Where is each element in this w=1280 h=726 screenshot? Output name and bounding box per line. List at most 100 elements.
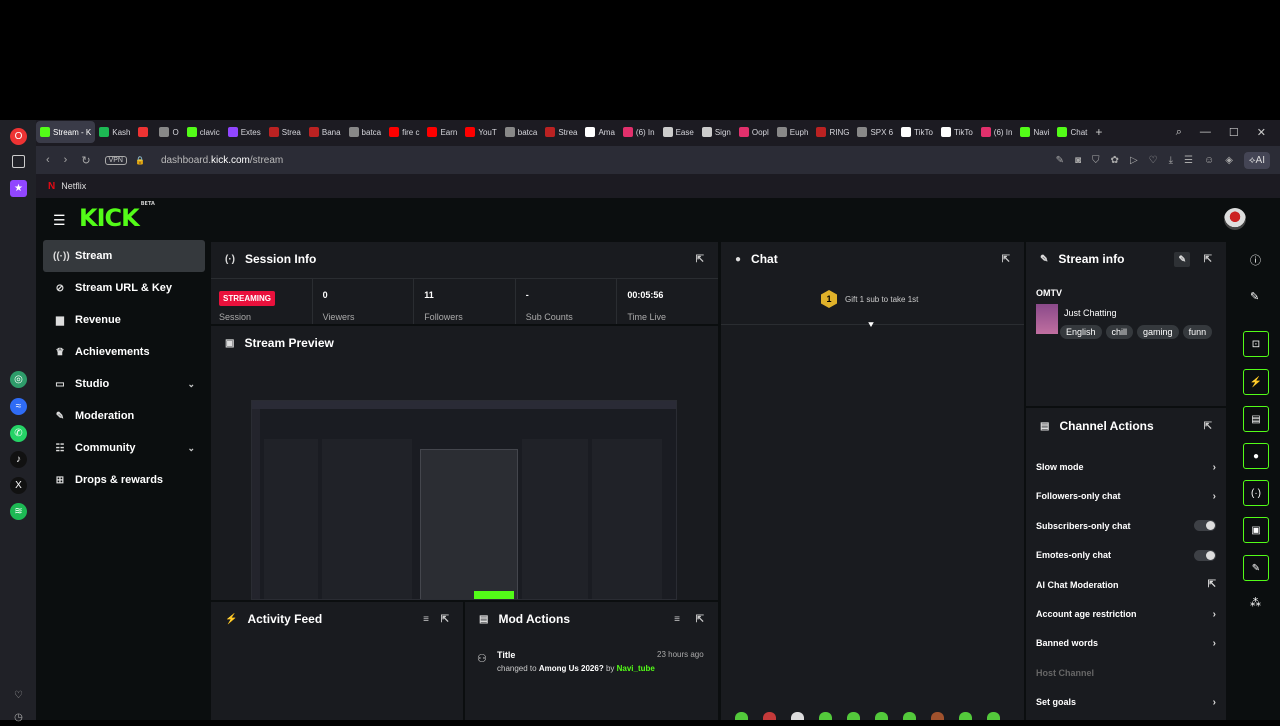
chevron-down-icon[interactable]: ⌄ [187,379,195,390]
stream-category[interactable]: Just Chatting [1064,308,1117,318]
popout-icon[interactable]: ⇱ [696,614,704,625]
apps-icon[interactable]: ⁂ [1250,596,1261,609]
browser-tab[interactable]: Strea [265,121,305,143]
browser-tab[interactable]: batca [345,121,386,143]
channel-action-emotes-only-chat[interactable]: Emotes-only chat [1036,546,1216,564]
chevron-right-icon[interactable]: › [1213,491,1216,502]
browser-tab[interactable]: (6) In [619,121,659,143]
popout-icon[interactable]: ⇱ [441,614,449,625]
popout-icon[interactable]: ⇱ [1002,254,1010,265]
star-icon[interactable]: ★ [10,180,27,197]
profile-icon[interactable]: ☺ [1204,155,1214,166]
edit-icon[interactable]: ✎ [1056,155,1064,166]
browser-tab[interactable]: YouT [461,121,500,143]
channel-action-followers-only-chat[interactable]: Followers-only chat › [1036,487,1216,505]
history-icon[interactable]: ◷ [10,709,27,726]
shield-icon[interactable]: ⛉ [1092,155,1100,166]
screenshot-tool-icon[interactable]: ⊡ [1243,331,1269,357]
collapse-chevron-icon[interactable]: ⯆ [867,320,875,331]
heart-outline-icon[interactable]: ♡ [1149,155,1158,166]
heart-icon[interactable]: ♡ [10,687,27,704]
edit-pencil-icon[interactable]: ✎ [1174,251,1190,267]
browser-tab[interactable]: SPX 6 [853,121,897,143]
vpn-badge[interactable]: VPN [104,155,127,165]
url-field[interactable]: dashboard.kick.com/stream [161,155,283,166]
download-icon[interactable]: ⤓ [1169,155,1173,166]
cube-icon[interactable]: ◈ [1225,155,1233,166]
stream-tag[interactable]: chill [1105,325,1134,339]
chatgpt-icon[interactable]: ◎ [10,371,27,388]
browser-tab[interactable]: Oopl [735,121,773,143]
browser-tab[interactable]: Ama [581,121,618,143]
messenger-icon[interactable]: ≈ [10,398,27,415]
chevron-right-icon[interactable]: › [1213,638,1216,649]
broadcast-tool-icon[interactable]: (·) [1243,480,1269,506]
channel-action-slow-mode[interactable]: Slow mode › [1036,458,1216,476]
browser-tab[interactable]: (6) In [977,121,1017,143]
channel-action-set-goals[interactable]: Set goals › [1036,693,1216,711]
browser-tab[interactable] [134,121,155,143]
browser-tab[interactable]: batca [501,121,542,143]
toggle-switch[interactable] [1194,549,1216,561]
document-tool-icon[interactable]: ▤ [1243,406,1269,432]
filter-icon[interactable]: ≡ [674,614,680,625]
gift-sub-banner[interactable]: 1 Gift 1 sub to take 1st [821,290,918,308]
sidebar-item-stream-url-key[interactable]: ⊘ Stream URL & Key [43,272,205,304]
whatsapp-icon[interactable]: ✆ [10,425,27,442]
sidebar-item-moderation[interactable]: ✎ Moderation [43,400,205,432]
popout-icon[interactable]: ⇱ [1204,254,1212,265]
back-icon[interactable]: ‹ [46,154,50,167]
browser-tab[interactable]: clavic [183,121,224,143]
reload-icon[interactable]: ↻ [81,154,90,167]
sidebar-item-revenue[interactable]: ▆ Revenue [43,304,205,336]
menu-icon[interactable]: ☰ [1184,155,1193,166]
opera-icon[interactable]: O [10,128,27,145]
browser-tab[interactable]: Bana [305,121,345,143]
browser-tab[interactable]: Strea [541,121,581,143]
browser-tab[interactable]: RING [812,121,853,143]
minimize-icon[interactable]: — [1200,126,1211,138]
chat-tool-icon[interactable]: ● [1243,443,1269,469]
spotify-icon[interactable]: ≋ [10,503,27,520]
browser-tab[interactable]: O [155,121,182,143]
tiktok-icon[interactable]: ♪ [10,451,27,468]
browser-tab[interactable]: Extes [224,121,265,143]
browser-tab[interactable]: Navi [1016,121,1053,143]
new-tab-icon[interactable]: + [1095,125,1102,139]
ai-button[interactable]: ⟡AI [1243,151,1270,169]
browser-tab[interactable]: fire c [385,121,423,143]
chevron-right-icon[interactable]: › [1213,462,1216,473]
stream-tag[interactable]: funn [1182,325,1213,339]
extension-icon[interactable]: ✿ [1111,155,1119,166]
channel-action-banned-words[interactable]: Banned words › [1036,634,1216,652]
browser-tab[interactable]: Stream - K [36,121,96,143]
browser-tab[interactable]: Euph [773,121,813,143]
chevron-right-icon[interactable]: › [1213,609,1216,620]
channel-action-ai-chat-moderation[interactable]: AI Chat Moderation ⇱ [1036,576,1216,594]
layout-tool-icon[interactable]: ▣ [1243,517,1269,543]
play-icon[interactable]: ▷ [1130,155,1138,166]
browser-tab[interactable]: Kash [95,121,134,143]
sidebar-item-achievements[interactable]: ♛ Achievements [43,336,205,368]
info-icon[interactable]: ⓘ [1250,252,1261,268]
toggle-switch[interactable] [1194,520,1216,532]
sidebar-item-community[interactable]: ☷ Community ⌄ [43,432,205,464]
mod-action-user[interactable]: Navi_tube [617,664,655,673]
lock-icon[interactable]: 🔒 [135,156,145,165]
browser-tab[interactable]: TikTo [897,121,937,143]
close-icon[interactable]: ✕ [1257,126,1266,139]
chevron-right-icon[interactable]: › [1213,697,1216,708]
chevron-down-icon[interactable]: ⌄ [187,443,195,454]
home-icon[interactable] [12,155,25,168]
maximize-icon[interactable]: ☐ [1229,126,1239,139]
x-icon[interactable]: X [10,477,27,494]
wrench-tool-icon[interactable]: ✎ [1243,555,1269,581]
sidebar-item-studio[interactable]: ▭ Studio ⌄ [43,368,205,400]
channel-action-account-age-restriction[interactable]: Account age restriction › [1036,605,1216,623]
channel-action-subscribers-only-chat[interactable]: Subscribers-only chat [1036,517,1216,535]
external-link-icon[interactable]: ⇱ [1208,579,1216,590]
pencil-icon[interactable]: ✎ [1250,290,1259,303]
browser-tab[interactable]: Chat [1053,121,1091,143]
filter-icon[interactable]: ≡ [423,614,429,625]
emote-bar[interactable] [735,712,1000,720]
